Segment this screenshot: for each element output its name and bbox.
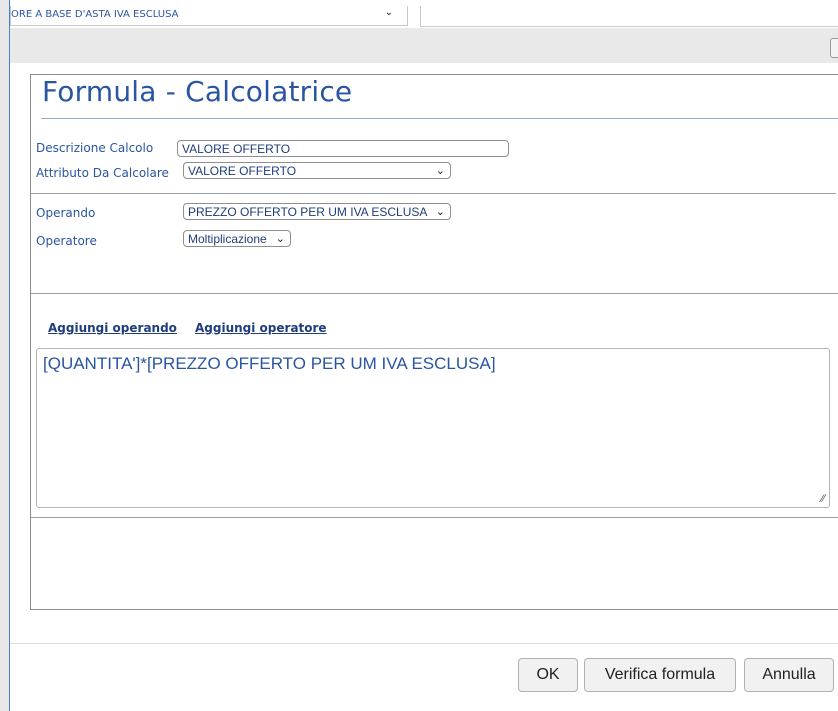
ok-button[interactable]: OK [518,658,578,692]
add-operand-link[interactable]: Aggiungi operando [48,321,177,335]
toolbar-strip [10,28,838,63]
chevron-down-icon: ⌄ [275,233,285,245]
formula-text: [QUANTITA']*[PREZZO OFFERTO PER UM IVA E… [43,354,496,373]
operatore-select[interactable]: Moltiplicazione ⌄ [183,230,291,247]
operando-select[interactable]: PREZZO OFFERTO PER UM IVA ESCLUSA ⌄ [183,203,451,220]
page-title: Formula - Calcolatrice [42,75,353,108]
section-divider [31,517,838,518]
descrizione-label: Descrizione Calcolo [36,141,154,155]
attributo-select[interactable]: VALORE OFFERTO ⌄ [183,162,451,179]
top-bar: ORE A BASE D'ASTA IVA ESCLUSA ⌄ [10,0,838,28]
verify-formula-button[interactable]: Verifica formula [584,658,736,692]
title-divider [41,118,838,119]
chevron-down-icon: ⌄ [435,165,445,177]
section-divider [31,193,836,194]
cancel-button[interactable]: Annulla [744,658,834,692]
operando-value: PREZZO OFFERTO PER UM IVA ESCLUSA [188,205,428,219]
add-operator-link[interactable]: Aggiungi operatore [195,321,327,335]
descrizione-value: VALORE OFFERTO [182,142,291,156]
formula-textarea[interactable]: [QUANTITA']*[PREZZO OFFERTO PER UM IVA E… [36,348,830,508]
operando-label: Operando [36,206,96,220]
toolbar-edge-button[interactable] [830,38,838,58]
top-input[interactable] [420,6,838,27]
descrizione-input[interactable]: VALORE OFFERTO [177,140,509,157]
chevron-down-icon: ⌄ [384,7,393,18]
footer-divider [10,643,838,644]
resize-handle-icon[interactable]: ∕∕ [821,493,825,505]
operatore-value: Moltiplicazione [188,232,267,246]
attributo-label: Attributo Da Calcolare [36,166,169,180]
operatore-label: Operatore [36,234,97,248]
top-select-value: ORE A BASE D'ASTA IVA ESCLUSA [11,9,179,20]
top-select[interactable]: ORE A BASE D'ASTA IVA ESCLUSA ⌄ [10,6,408,26]
left-stripe [0,0,10,711]
section-divider [31,293,838,294]
attributo-value: VALORE OFFERTO [188,164,297,178]
chevron-down-icon: ⌄ [435,206,445,218]
calculator-dialog: Formula - Calcolatrice Descrizione Calco… [30,74,838,610]
